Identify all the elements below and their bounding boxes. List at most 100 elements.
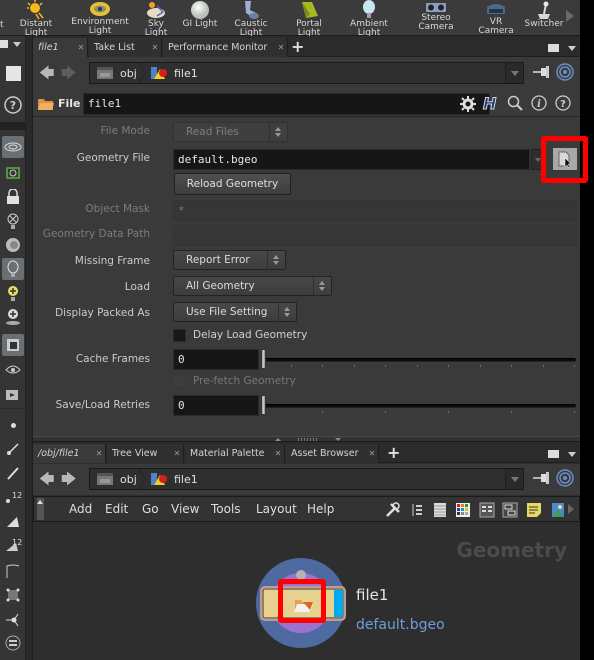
point-numbers-icon[interactable]: 12 bbox=[2, 486, 24, 508]
shelf-tool-switcher[interactable]: Switcher bbox=[524, 0, 564, 36]
pane-menu-arrow-icon[interactable] bbox=[13, 42, 21, 47]
tab-asset-browser[interactable]: Asset Browser ✕ bbox=[286, 444, 379, 463]
snapping-icon[interactable] bbox=[2, 162, 24, 184]
wrench-icon[interactable] bbox=[385, 502, 401, 518]
lighting-icon[interactable] bbox=[2, 258, 24, 280]
tab-file1[interactable]: file1 ✕ bbox=[33, 38, 88, 57]
close-tab-icon[interactable]: ✕ bbox=[275, 43, 287, 52]
expand-down-icon[interactable] bbox=[335, 438, 341, 441]
save-load-retries-field[interactable]: 0 bbox=[173, 395, 259, 416]
network-canvas[interactable]: Geometry file1 default.bgeo bbox=[33, 523, 580, 660]
bounding-box-icon[interactable] bbox=[2, 584, 24, 606]
tree-list-icon[interactable] bbox=[410, 502, 426, 518]
close-tab-icon[interactable]: ✕ bbox=[75, 43, 87, 52]
sticky-note-icon[interactable] bbox=[526, 502, 542, 518]
info-icon[interactable]: i bbox=[531, 95, 547, 114]
shelf-tool-portal-light[interactable]: Portal Light bbox=[284, 0, 334, 38]
forward-arrow-icon[interactable]: 🡆 bbox=[61, 469, 77, 494]
origin-axis-icon[interactable] bbox=[2, 608, 24, 630]
menu-add[interactable]: Add bbox=[69, 502, 92, 516]
geometry-data-path-field[interactable] bbox=[173, 225, 577, 246]
cache-frames-slider-handle[interactable] bbox=[261, 349, 266, 369]
ghost-icon[interactable] bbox=[2, 234, 24, 256]
tab-material-palette[interactable]: Material Palette ✕ bbox=[185, 444, 285, 463]
close-tab-icon[interactable]: ✕ bbox=[272, 449, 284, 458]
gear-icon[interactable] bbox=[459, 95, 477, 116]
menubar-collapse-handle[interactable] bbox=[37, 498, 44, 520]
display-menu-icon[interactable] bbox=[2, 632, 24, 654]
primitive-numbers-icon[interactable]: 12 bbox=[2, 534, 24, 556]
close-tab-icon[interactable]: ✕ bbox=[171, 449, 183, 458]
shelf-tool-environment-light[interactable]: Environment Light bbox=[71, 0, 129, 36]
shelf-tool-sky-light[interactable]: Sky Light bbox=[136, 0, 176, 38]
expand-up-icon[interactable] bbox=[275, 438, 281, 441]
network-box-icon[interactable] bbox=[502, 502, 518, 518]
prefetch-checkbox[interactable] bbox=[173, 375, 186, 388]
forward-arrow-icon[interactable]: 🡆 bbox=[61, 63, 77, 88]
toolbar-scroll[interactable] bbox=[0, 122, 26, 130]
load-menu[interactable]: All Geometry bbox=[173, 276, 332, 296]
color-palette-icon[interactable] bbox=[455, 502, 471, 518]
delay-load-checkbox[interactable] bbox=[173, 329, 186, 342]
point-icon[interactable] bbox=[2, 414, 24, 436]
pane-maximize-icon[interactable] bbox=[548, 450, 559, 458]
object-mask-field[interactable]: * bbox=[173, 200, 577, 221]
tab-performance-monitor[interactable]: Performance Monitor ✕ bbox=[163, 38, 288, 57]
cache-frames-slider-track[interactable] bbox=[261, 358, 576, 362]
background-image-icon[interactable] bbox=[550, 502, 566, 518]
menu-view[interactable]: View bbox=[171, 502, 199, 516]
menu-tools[interactable]: Tools bbox=[211, 502, 241, 516]
splitter-grip[interactable] bbox=[298, 438, 318, 441]
crumb-file1[interactable]: file1 bbox=[150, 66, 198, 80]
selection-mode-icon[interactable] bbox=[2, 62, 24, 84]
file-mode-menu[interactable]: Read Files bbox=[173, 122, 288, 142]
path-breadcrumb[interactable]: obj file1 bbox=[89, 62, 524, 84]
shelf-tool-stereo-camera[interactable]: Stereo Camera bbox=[414, 0, 458, 36]
path-history-dropdown[interactable] bbox=[505, 63, 523, 83]
spline-icon[interactable] bbox=[2, 560, 24, 582]
pin-icon[interactable] bbox=[533, 472, 551, 487]
save-load-retries-slider-handle[interactable] bbox=[261, 395, 266, 415]
close-tab-icon[interactable]: ✕ bbox=[149, 43, 161, 52]
pin-icon[interactable] bbox=[533, 66, 551, 81]
file-sop-icon[interactable] bbox=[37, 96, 55, 115]
geometry-file-field[interactable]: default.bgeo bbox=[173, 149, 530, 170]
menu-edit[interactable]: Edit bbox=[105, 502, 128, 516]
display-options-icon[interactable] bbox=[2, 136, 24, 158]
pane-menu-square-icon[interactable] bbox=[0, 40, 8, 48]
add-tab-icon[interactable]: + bbox=[387, 443, 400, 462]
shelf-tool-gi-light[interactable]: GI Light bbox=[181, 0, 219, 36]
help-icon[interactable]: ? bbox=[2, 94, 24, 116]
flipbook-icon[interactable] bbox=[2, 382, 24, 404]
help-icon[interactable]: ? bbox=[555, 95, 571, 114]
left-splitter[interactable] bbox=[26, 36, 33, 660]
menubar-overflow-icon[interactable] bbox=[568, 504, 574, 514]
close-tab-icon[interactable]: ✕ bbox=[93, 449, 105, 458]
lock-icon[interactable] bbox=[2, 186, 24, 208]
menu-layout[interactable]: Layout bbox=[256, 502, 297, 516]
back-arrow-icon[interactable]: 🡄 bbox=[39, 63, 55, 88]
headlight-icon[interactable] bbox=[2, 282, 24, 304]
missing-frame-menu[interactable]: Report Error bbox=[173, 250, 286, 270]
crumb-obj[interactable]: obj bbox=[96, 472, 137, 486]
back-arrow-icon[interactable]: 🡄 bbox=[39, 469, 55, 494]
tab-obj-file1[interactable]: /obj/file1 ✕ bbox=[33, 444, 106, 463]
parameter-list-icon[interactable] bbox=[479, 502, 495, 518]
visualizer-icon[interactable] bbox=[2, 358, 24, 380]
reload-geometry-button[interactable]: Reload Geometry bbox=[174, 173, 291, 195]
cache-frames-field[interactable]: 0 bbox=[173, 349, 259, 370]
shelf-tool-distant-light[interactable]: Distant Light bbox=[8, 0, 64, 38]
path-history-dropdown[interactable] bbox=[505, 469, 523, 489]
menu-help[interactable]: Help bbox=[307, 502, 334, 516]
pane-menu-icon[interactable] bbox=[568, 452, 576, 457]
crumb-file1[interactable]: file1 bbox=[150, 472, 198, 486]
link-target-icon[interactable] bbox=[556, 469, 574, 490]
pane-menu-icon[interactable] bbox=[568, 46, 576, 51]
shelf-scroll-right-icon[interactable] bbox=[566, 10, 574, 22]
search-icon[interactable] bbox=[507, 95, 523, 114]
tab-tree-view[interactable]: Tree View ✕ bbox=[107, 444, 184, 463]
add-tab-icon[interactable]: + bbox=[291, 37, 304, 56]
display-packed-as-menu[interactable]: Use File Setting bbox=[173, 302, 297, 322]
list-view-icon[interactable] bbox=[432, 502, 448, 518]
close-tab-icon[interactable]: ✕ bbox=[366, 449, 378, 458]
